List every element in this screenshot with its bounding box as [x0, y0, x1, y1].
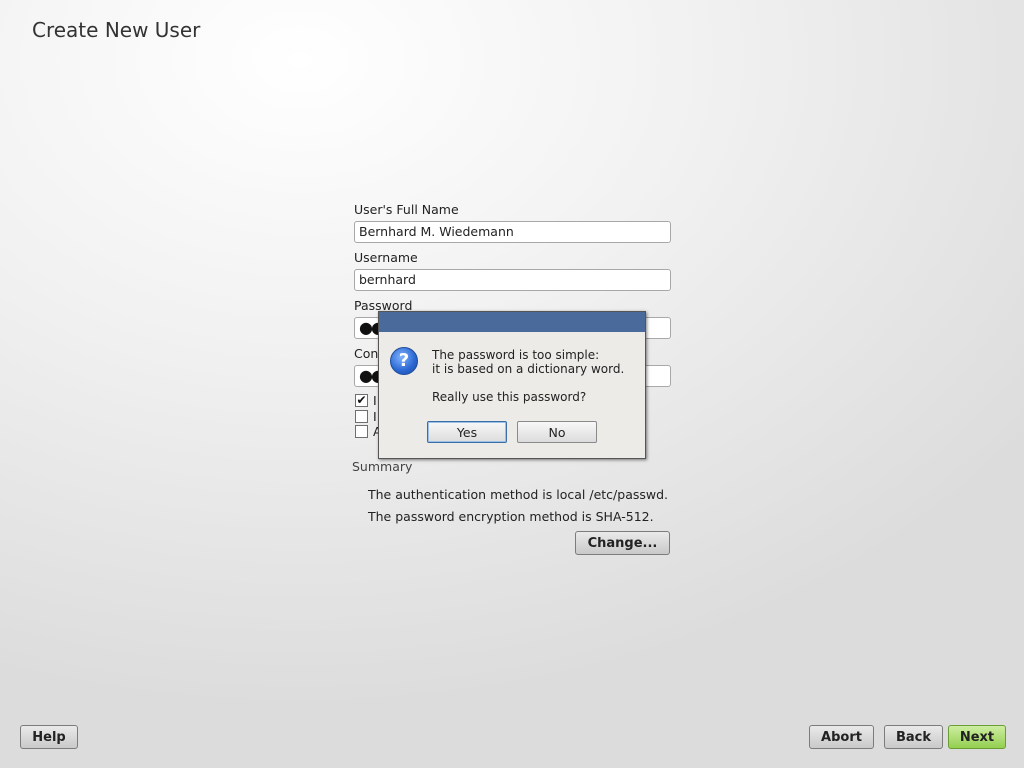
username-label: Username: [354, 250, 418, 265]
next-button[interactable]: Next: [948, 725, 1006, 749]
next-button-label: Next: [959, 729, 995, 745]
yes-button[interactable]: Yes: [427, 421, 507, 443]
abort-button[interactable]: Abort: [809, 725, 874, 749]
username-value: bernhard: [359, 272, 416, 287]
change-button-label: Change...: [587, 535, 658, 551]
back-button-label: Back: [895, 729, 932, 745]
dialog-question: Really use this password?: [432, 390, 587, 404]
username-field[interactable]: bernhard: [354, 269, 671, 291]
yes-button-label: Yes: [456, 424, 478, 440]
back-button[interactable]: Back: [884, 725, 943, 749]
abort-button-label: Abort: [821, 729, 862, 745]
dialog-titlebar[interactable]: [379, 312, 645, 332]
full-name-value: Bernhard M. Wiedemann: [359, 224, 514, 239]
dialog-message-line2: it is based on a dictionary word.: [432, 362, 625, 376]
no-button-label: No: [548, 424, 566, 440]
full-name-label: User's Full Name: [354, 202, 459, 217]
no-button[interactable]: No: [517, 421, 597, 443]
checkbox-3[interactable]: [355, 425, 368, 438]
help-button[interactable]: Help: [20, 725, 78, 749]
summary-encryption-method: The password encryption method is SHA-51…: [368, 509, 654, 524]
question-icon-glyph: ?: [398, 350, 410, 371]
full-name-label-text: User's Full Name: [354, 202, 459, 217]
change-button[interactable]: Change...: [575, 531, 670, 555]
confirm-password-label: Con: [354, 346, 379, 361]
dialog-message-line1: The password is too simple:: [432, 348, 600, 362]
checkbox-1[interactable]: ✔: [355, 394, 368, 407]
password-warning-dialog: ? The password is too simple: it is base…: [378, 311, 646, 459]
checkmark-icon: ✔: [356, 393, 367, 407]
summary-auth-method: The authentication method is local /etc/…: [368, 487, 669, 502]
page-title: Create New User: [32, 18, 201, 42]
checkbox-2[interactable]: [355, 410, 368, 423]
question-icon: ?: [390, 347, 418, 375]
help-button-label: Help: [32, 729, 66, 745]
full-name-field[interactable]: Bernhard M. Wiedemann: [354, 221, 671, 243]
summary-title: Summary: [352, 459, 413, 474]
